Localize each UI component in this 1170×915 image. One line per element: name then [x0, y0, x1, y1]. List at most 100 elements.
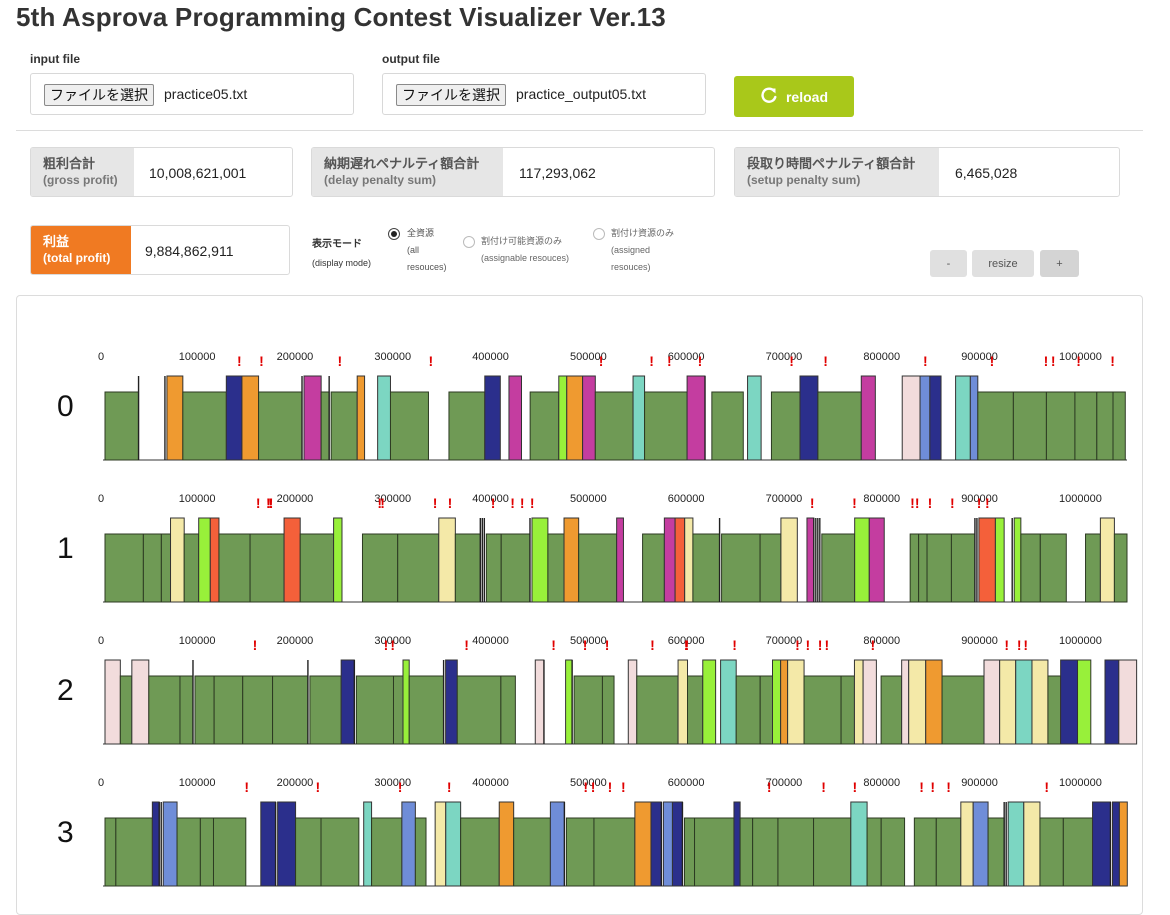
warning-mark: !: [649, 353, 654, 369]
warning-mark: !: [852, 495, 857, 511]
gantt-bar: [650, 801, 662, 887]
radio-assigned-resources[interactable]: 割付け資源のみ (assigned resouces): [593, 225, 674, 276]
gantt-chart: 0 100000 200000 300000 400000 500000 600000 700…: [57, 351, 1138, 887]
gantt-bar: [182, 391, 227, 461]
warning-mark: !: [253, 637, 258, 653]
gantt-bar: [1020, 533, 1041, 603]
zoom-in-button[interactable]: +: [1040, 250, 1079, 277]
warning-mark: !: [667, 353, 672, 369]
gantt-bar: [500, 675, 516, 745]
gantt-bar: [241, 375, 260, 461]
warning-mark: !: [380, 495, 385, 511]
gantt-bar: [454, 533, 481, 603]
gantt-bar: [854, 517, 870, 603]
gantt-bar: [941, 675, 985, 745]
gantt-bar: [225, 375, 243, 461]
reload-button[interactable]: reload: [734, 76, 854, 117]
warning-mark: !: [583, 779, 588, 795]
gantt-bar: [960, 801, 974, 887]
resource-label: 2: [57, 674, 74, 707]
warning-mark: !: [950, 495, 955, 511]
input-file-label: input file: [30, 52, 80, 66]
gantt-bar: [377, 375, 391, 461]
gantt-bar: [787, 659, 805, 745]
warning-mark: !: [871, 637, 876, 653]
warning-mark: !: [464, 637, 469, 653]
warning-mark: !: [605, 637, 610, 653]
warning-mark: !: [429, 353, 434, 369]
gantt-bar: [684, 517, 694, 603]
gantt-bar: [438, 517, 456, 603]
gantt-bar: [119, 675, 133, 745]
gantt-bar: [862, 659, 877, 745]
gantt-bar: [565, 817, 595, 887]
gantt-bar: [935, 817, 962, 887]
gantt-bar: [508, 375, 523, 461]
gantt-bar: [456, 675, 502, 745]
gantt-bar: [1112, 391, 1126, 461]
warning-mark: !: [621, 779, 626, 795]
tick-label: 400000: [472, 635, 509, 647]
warning-mark: !: [269, 495, 274, 511]
radio-assignable-circle[interactable]: [463, 236, 475, 248]
gantt-bar: [644, 391, 688, 461]
warning-mark: !: [448, 495, 453, 511]
gantt-bar: [402, 659, 410, 745]
gantt-bar: [747, 375, 762, 461]
tick-label: 100000: [179, 777, 216, 789]
gantt-bar: [513, 817, 551, 887]
radio-assignable-resources[interactable]: 割付け可能資源のみ (assignable resouces): [463, 233, 569, 267]
gantt-bar: [277, 801, 297, 887]
gantt-bar: [578, 533, 618, 603]
gantt-bar: [414, 817, 427, 887]
tick-label: 500000: [570, 635, 607, 647]
gantt-bar: [104, 533, 144, 603]
gantt-bar: [260, 801, 277, 887]
gantt-bar: [162, 801, 178, 887]
gantt-bar: [972, 801, 989, 887]
gantt-bar: [780, 659, 789, 745]
gantt-bar: [242, 675, 274, 745]
warning-mark: !: [930, 779, 935, 795]
gantt-bar: [272, 675, 309, 745]
output-file-field: ファイルを選択 practice_output05.txt: [382, 73, 706, 115]
gantt-bar: [330, 391, 358, 461]
warning-mark: !: [825, 637, 830, 653]
gantt-bar: [813, 817, 852, 887]
warning-mark: !: [1076, 353, 1081, 369]
gantt-bar: [1047, 675, 1062, 745]
total-profit-label: 利益 (total profit): [31, 226, 131, 274]
output-file-button[interactable]: ファイルを選択: [396, 84, 506, 106]
gantt-bar: [115, 817, 153, 887]
gantt-bar: [1118, 659, 1138, 745]
gantt-bar: [955, 375, 971, 461]
warning-mark: !: [805, 637, 810, 653]
radio-all-circle[interactable]: [388, 228, 400, 240]
gantt-bar: [780, 517, 798, 603]
gantt-bar: [213, 675, 244, 745]
gantt-bar: [333, 517, 343, 603]
radio-assigned-circle[interactable]: [593, 228, 605, 240]
gantt-bar: [170, 517, 185, 603]
gantt-bar: [918, 533, 928, 603]
radio-all-resources[interactable]: 全資源 (all resouces): [388, 225, 447, 276]
warning-mark: !: [852, 779, 857, 795]
gantt-bar: [534, 659, 545, 745]
tick-label: 200000: [277, 635, 314, 647]
warning-mark: !: [1017, 637, 1022, 653]
input-file-button[interactable]: ファイルを選択: [44, 84, 154, 106]
warning-mark: !: [583, 637, 588, 653]
gantt-bar: [529, 391, 560, 461]
gantt-bar: [901, 375, 921, 461]
gantt-bar: [283, 517, 301, 603]
warning-mark: !: [337, 353, 342, 369]
zoom-out-button[interactable]: -: [930, 250, 967, 277]
tick-label: 100000: [179, 493, 216, 505]
gantt-bar: [212, 817, 247, 887]
warning-mark: !: [789, 353, 794, 369]
resize-button[interactable]: resize: [972, 250, 1034, 277]
tick-label: 200000: [277, 351, 314, 363]
gantt-bar: [549, 801, 565, 887]
warning-mark: !: [256, 495, 261, 511]
gantt-bar: [969, 375, 979, 461]
